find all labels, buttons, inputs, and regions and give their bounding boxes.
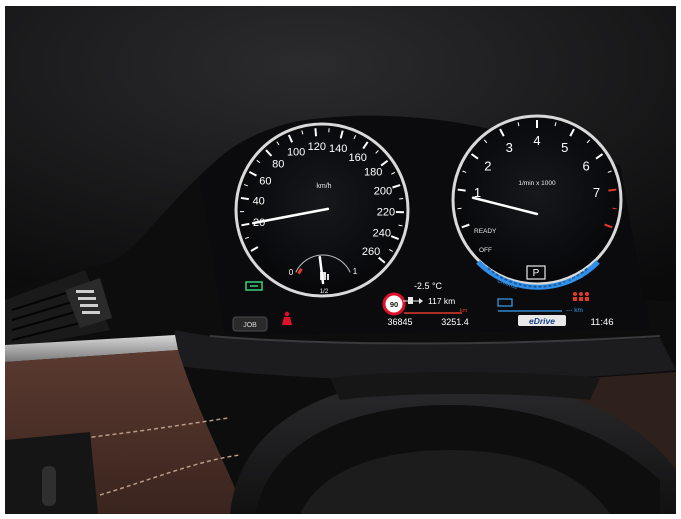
speedometer-label: 120 — [308, 141, 326, 153]
odometer: 36845 — [387, 317, 412, 327]
speedometer-label: 220 — [377, 207, 395, 219]
tachometer-label: 7 — [593, 185, 600, 200]
trip-meter: 3251.4 — [441, 317, 469, 327]
speed-limit-value: 90 — [390, 300, 398, 309]
gear-indicator: P — [533, 268, 540, 279]
tachometer-tick — [608, 188, 617, 192]
mirror-control-knob — [42, 466, 56, 506]
speedometer-label: 160 — [348, 152, 366, 164]
tachometer-label: 6 — [583, 159, 590, 174]
clock: 11:46 — [590, 317, 613, 328]
dashboard-scene: 2 0 40 6080100120140160 180 200 220 240 260 km/h… — [0, 0, 681, 519]
tachometer-label: 2 — [484, 159, 491, 174]
speedometer-label: 80 — [272, 158, 284, 170]
tachometer-unit: 1/min x 1000 — [518, 180, 556, 187]
speedometer-label: 60 — [259, 175, 271, 187]
job-button-label: JOB — [243, 322, 257, 329]
off-status: OFF — [479, 247, 492, 254]
speedometer-label: 260 — [362, 246, 380, 258]
speedometer-unit: km/h — [316, 183, 331, 190]
tachometer-label: 5 — [561, 140, 568, 155]
speedometer-label: 180 — [364, 167, 382, 179]
ready-status: READY — [474, 228, 497, 235]
speedometer-label: 240 — [373, 228, 391, 240]
speedometer-tick — [399, 197, 404, 200]
speedometer-label: 200 — [374, 186, 392, 198]
speedometer-tick — [314, 128, 318, 137]
tachometer-label: 4 — [533, 133, 540, 148]
range-unit-small: km — [460, 308, 468, 314]
outside-temperature: -2.5 °C — [414, 281, 443, 291]
tachometer: 123 4 567 1/min x 1000 READY OFF CHARGE eP… — [451, 114, 623, 291]
range-value: 117 km — [428, 296, 455, 306]
speedometer-label: 140 — [329, 143, 347, 155]
speedometer: 20406080100120140160180200220240260 km/h… — [234, 122, 410, 298]
edrive-badge: eDrive — [529, 316, 555, 326]
speedometer-label: 100 — [287, 146, 305, 158]
tachometer-tick — [457, 188, 466, 192]
fuel-label-full: 1 — [353, 267, 358, 276]
tachometer-label: 3 — [506, 140, 513, 155]
speedometer-label: 40 — [253, 196, 265, 208]
speedometer-tick — [240, 196, 249, 201]
electric-range: --- km — [566, 307, 583, 314]
fuel-label-empty: 0 — [289, 268, 294, 277]
fuel-label-half: 1/2 — [320, 289, 329, 295]
